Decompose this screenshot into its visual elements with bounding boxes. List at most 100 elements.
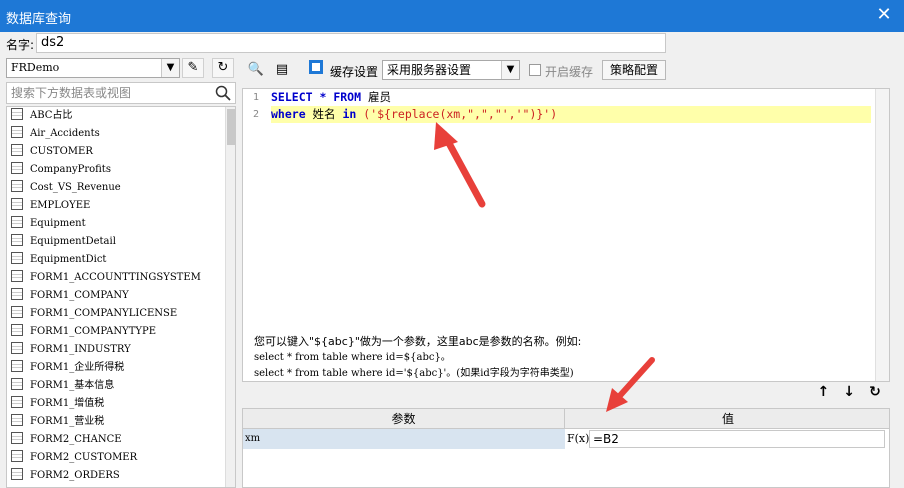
formula-icon[interactable]: F(x) — [567, 430, 589, 448]
parameter-table-header: 参数 值 — [243, 409, 889, 429]
table-name: FORM1_COMPANYLICENSE — [30, 308, 178, 319]
table-icon — [11, 306, 23, 318]
window-title: 数据库查询 — [6, 12, 72, 27]
table-list[interactable]: ABC占比 Air_Accidents CUSTOMER CompanyProfits… — [6, 106, 236, 488]
param-value-input[interactable]: =B2 — [589, 430, 885, 448]
table-browser: FRDemo ▼ ✎ ↻ 搜索下方数据表或视图 ABC占比 Air_Acciden… — [4, 58, 238, 488]
sql-star: * — [312, 90, 334, 104]
chevron-down-icon[interactable]: ▼ — [161, 59, 179, 77]
table-name: ABC占比 — [30, 110, 73, 121]
param-actions: ↑ ↓ ↻ — [812, 384, 886, 400]
code-line-1: SELECT * FROM 雇员 — [271, 89, 871, 106]
query-panel: 🔍 ▤ 缓存设置 采用服务器设置 ▼ 开启缓存 策略配置 1 2 SELECT … — [242, 58, 892, 488]
table-list-item[interactable]: EquipmentDetail — [7, 233, 235, 251]
table-name: FORM1_增值税 — [30, 398, 105, 409]
name-row: 名字: ds2 — [0, 32, 904, 54]
column-header-value: 值 — [721, 412, 734, 426]
sql-keyword: FROM — [333, 90, 362, 104]
line-number: 2 — [253, 109, 260, 120]
close-icon[interactable]: ✕ — [874, 5, 894, 25]
cache-select[interactable]: 采用服务器设置 ▼ — [382, 60, 520, 80]
enable-cache-label: 开启缓存 — [545, 65, 594, 79]
table-list-item[interactable]: ABC占比 — [7, 107, 235, 125]
cache-label: 缓存设置 — [330, 65, 379, 79]
table-list-item[interactable]: FORM1_企业所得税 — [7, 359, 235, 377]
help-line-1: 您可以键入"${abc}"做为一个参数，这里abc是参数的名称。例如: — [254, 335, 582, 348]
table-icon — [11, 450, 23, 462]
table-name: Cost_VS_Revenue — [30, 182, 121, 193]
table-icon — [11, 216, 23, 228]
table-list-item[interactable]: CUSTOMER — [7, 143, 235, 161]
enable-cache-checkbox[interactable] — [529, 64, 541, 76]
table-icon — [11, 126, 23, 138]
refresh-icon[interactable]: ↻ — [212, 58, 234, 78]
refresh-params-icon[interactable]: ↻ — [864, 384, 886, 400]
table-list-item[interactable]: FORM1_COMPANYTYPE — [7, 323, 235, 341]
name-label: 名字: — [6, 38, 35, 52]
preview-icon[interactable]: 🔍 — [246, 60, 266, 80]
scrollbar-thumb[interactable] — [227, 109, 235, 145]
table-list-item[interactable]: FORM1_INDUSTRY — [7, 341, 235, 359]
table-name: CUSTOMER — [30, 146, 93, 157]
line-number: 1 — [253, 92, 260, 103]
table-list-item[interactable]: FORM1_基本信息 — [7, 377, 235, 395]
table-name: FORM1_COMPANY — [30, 290, 129, 301]
editor-scrollbar[interactable] — [875, 89, 889, 381]
table-list-item[interactable]: FORM1_COMPANYLICENSE — [7, 305, 235, 323]
datasource-value: FRDemo — [11, 61, 60, 74]
save-icon[interactable]: ▤ — [272, 60, 292, 80]
table-icon — [11, 288, 23, 300]
query-toolbar: 🔍 ▤ 缓存设置 采用服务器设置 ▼ 开启缓存 策略配置 — [242, 58, 892, 82]
name-input[interactable]: ds2 — [36, 33, 666, 53]
move-down-icon[interactable]: ↓ — [838, 384, 860, 400]
table-list-item[interactable]: EMPLOYEE — [7, 197, 235, 215]
table-row[interactable]: xm F(x) =B2 — [243, 429, 889, 449]
table-list-item[interactable]: FORM1_ACCOUNTTINGSYSTEM — [7, 269, 235, 287]
table-name: FORM1_COMPANYTYPE — [30, 326, 157, 337]
table-list-item[interactable]: FORM2_CHANCE — [7, 431, 235, 449]
table-name: FORM1_企业所得税 — [30, 362, 125, 373]
table-list-item[interactable]: FORM1_营业税 — [7, 413, 235, 431]
table-icon — [11, 198, 23, 210]
help-text: 您可以键入"${abc}"做为一个参数，这里abc是参数的名称。例如: sele… — [254, 334, 874, 382]
sql-table: 雇员 — [361, 90, 391, 104]
title-bar: 数据库查询 ✕ — [0, 0, 904, 32]
search-icon[interactable] — [215, 85, 231, 107]
table-icon — [11, 144, 23, 156]
table-list-item[interactable]: EquipmentDict — [7, 251, 235, 269]
table-list-item[interactable]: Cost_VS_Revenue — [7, 179, 235, 197]
table-list-item[interactable]: FORM1_增值税 — [7, 395, 235, 413]
table-list-item[interactable]: FORM2_ORDERS — [7, 467, 235, 485]
table-name: FORM1_INDUSTRY — [30, 344, 131, 355]
table-list-item[interactable]: Air_Accidents — [7, 125, 235, 143]
table-search-input[interactable]: 搜索下方数据表或视图 — [6, 82, 236, 104]
code-area[interactable]: SELECT * FROM 雇员 where 姓名 in ('${replace… — [271, 89, 871, 123]
table-icon — [11, 342, 23, 354]
table-name: FORM2_CHANCE — [30, 434, 122, 445]
scrollbar[interactable] — [225, 107, 235, 487]
help-line-2: select * from table where id=${abc}。 — [254, 352, 451, 363]
table-icon — [11, 360, 23, 372]
strategy-button[interactable]: 策略配置 — [602, 60, 667, 80]
code-line-2: where 姓名 in ('${replace(xm,",","','")}') — [271, 106, 871, 123]
table-name: EMPLOYEE — [30, 200, 91, 211]
parameter-table: 参数 值 xm F(x) =B2 — [242, 408, 890, 488]
table-list-item[interactable]: CompanyProfits — [7, 161, 235, 179]
chevron-down-icon[interactable]: ▼ — [501, 61, 519, 79]
table-name: EquipmentDict — [30, 254, 107, 265]
table-list-item[interactable]: FORM1_COMPANY — [7, 287, 235, 305]
table-icon — [11, 180, 23, 192]
sql-keyword: SELECT — [271, 90, 313, 104]
table-name: FORM2_ORDERS — [30, 470, 120, 481]
sql-keyword: where — [271, 107, 306, 121]
edit-datasource-icon[interactable]: ✎ — [182, 58, 204, 78]
table-list-item[interactable]: Equipment — [7, 215, 235, 233]
param-name[interactable]: xm — [243, 429, 565, 449]
table-icon — [11, 270, 23, 282]
table-name: Equipment — [30, 218, 86, 229]
move-up-icon[interactable]: ↑ — [812, 384, 834, 400]
cache-icon — [306, 60, 326, 80]
table-icon — [11, 432, 23, 444]
datasource-select[interactable]: FRDemo ▼ — [6, 58, 180, 78]
table-list-item[interactable]: FORM2_CUSTOMER — [7, 449, 235, 467]
